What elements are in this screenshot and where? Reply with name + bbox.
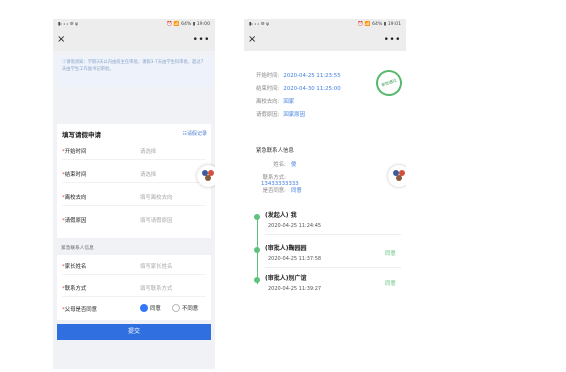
contact-phone-field[interactable]: *联系方式 填写联系方式 <box>62 279 206 297</box>
info-key: 联系方式: <box>262 175 286 181</box>
timeline-dot <box>254 214 260 220</box>
info-key: 是否同意: <box>262 188 286 194</box>
leave-detail-screen: ▮ᵢₗ ᵢₗ ᵢₗ ⊚ ψ ⏰ 📶 64% ▮ 19:01 × ••• 开始时间… <box>244 19 406 369</box>
signal-icons: ▮ᵢₗ ᵢₗ ᵢₗ ⊚ ψ <box>58 22 78 27</box>
agree-radio[interactable]: 同意 <box>140 303 161 313</box>
leave-form-card: 填写请假申请 ☷请假记录 *开始时间 请选择 *结束时间 请选择 *离校去向 填… <box>57 124 211 238</box>
destination-field[interactable]: *离校去向 填写离校去向 <box>62 188 206 206</box>
info-value: 回家 <box>283 99 295 105</box>
form-title: 填写请假申请 <box>62 131 101 139</box>
timeline-status: 同意 <box>385 281 396 287</box>
close-icon[interactable]: × <box>248 35 258 45</box>
floating-assistant-icon[interactable] <box>197 165 215 187</box>
timeline-time: 2020-04-25 11:39:27 <box>268 286 322 292</box>
timeline-time: 2020-04-25 11:37:58 <box>268 256 322 262</box>
reason-row: 请假原因: 回家原因 <box>256 110 305 118</box>
submit-button[interactable]: 提交 <box>57 324 211 340</box>
timeline-divider <box>265 234 401 235</box>
leave-form-screen: ▮ᵢₗ ᵢₗ ᵢₗ ⊚ ψ ⏰ 📶 64% ▮ 19:00 × ••• ⓘ请假须… <box>53 19 215 369</box>
close-icon[interactable]: × <box>57 35 67 45</box>
timeline-name: (审批人)鞠园园 <box>265 245 307 252</box>
leave-notice: ⓘ请假须知：学期3天以内由班主任审批，请假3-7天由学生科审批，超过7天由学生工… <box>57 57 211 87</box>
info-key: 离校去向: <box>256 99 280 105</box>
more-icon[interactable]: ••• <box>193 35 210 45</box>
info-value: 傻 <box>291 162 297 168</box>
end-time-row: 结束时间: 2020-04-30 11:25:00 <box>256 84 341 92</box>
start-time-row: 开始时间: 2020-04-25 11:23:55 <box>256 71 341 79</box>
radio-unchecked-icon <box>172 303 180 312</box>
destination-row: 离校去向: 回家 <box>256 97 294 105</box>
field-label: 结束时间 <box>64 172 87 178</box>
nav-bar: × ••• <box>244 31 406 51</box>
contact-form-card: *家长姓名 填写家长姓名 *联系方式 填写联系方式 *父母是否同意 同意 不同意 <box>57 255 211 320</box>
status-bar: ▮ᵢₗ ᵢₗ ᵢₗ ⊚ ψ ⏰ 📶 64% ▮ 19:00 <box>53 19 215 31</box>
start-time-field[interactable]: *开始时间 请选择 <box>62 142 206 160</box>
info-value: 2020-04-30 11:25:00 <box>283 86 341 92</box>
parent-name-field[interactable]: *家长姓名 填写家长姓名 <box>62 257 206 275</box>
nav-bar: × ••• <box>53 31 215 51</box>
field-placeholder: 填写联系方式 <box>140 286 173 292</box>
field-placeholder: 填写离校去向 <box>140 195 173 201</box>
timeline-name: (审批人)别广谊 <box>265 275 307 282</box>
radio-label: 不同意 <box>182 306 199 312</box>
info-key: 开始时间: <box>256 73 280 79</box>
timeline-time: 2020-04-25 11:24:45 <box>268 223 322 229</box>
field-placeholder: 填写家长姓名 <box>140 264 173 270</box>
radio-checked-icon <box>140 303 148 312</box>
info-key: 结束时间: <box>256 86 280 92</box>
radio-label: 同意 <box>150 306 161 312</box>
field-label: 联系方式 <box>64 286 87 292</box>
field-label: 离校去向 <box>64 195 87 201</box>
field-placeholder: 请选择 <box>140 172 157 178</box>
info-key: 请假原因: <box>256 112 280 118</box>
more-icon[interactable]: ••• <box>384 35 401 45</box>
field-placeholder: 填写请假原因 <box>140 218 173 224</box>
field-label: 父母是否同意 <box>64 307 98 313</box>
status-right: ⏰ 📶 64% ▮ 19:00 <box>166 22 210 27</box>
status-bar: ▮ᵢₗ ᵢₗ ᵢₗ ⊚ ψ ⏰ 📶 64% ▮ 19:01 <box>244 19 406 31</box>
info-value: 回家原因 <box>283 112 305 118</box>
contact-name-row: 姓名: 傻 <box>256 160 316 168</box>
info-value: 同意 <box>291 188 302 194</box>
timeline-dot <box>254 247 260 253</box>
field-label: 开始时间 <box>64 149 87 155</box>
status-right: ⏰ 📶 64% ▮ 19:01 <box>357 22 401 27</box>
timeline-name: (发起人) 我 <box>265 212 297 219</box>
timeline-divider <box>265 267 401 268</box>
signal-icons: ▮ᵢₗ ᵢₗ ᵢₗ ⊚ ψ <box>249 22 269 27</box>
consent-row: 是否同意: 同意 <box>256 186 316 194</box>
disagree-radio[interactable]: 不同意 <box>172 303 199 313</box>
info-value: 2020-04-25 11:23:55 <box>283 73 341 79</box>
reason-field[interactable]: *请假原因 填写请假原因 <box>62 211 206 229</box>
parent-consent-field: *父母是否同意 同意 不同意 <box>62 300 206 318</box>
field-label: 请假原因 <box>64 218 87 224</box>
contact-title: 紧急联系人信息 <box>256 148 294 154</box>
timeline-status: 同意 <box>385 251 396 257</box>
timeline-dot <box>254 277 260 283</box>
field-label: 家长姓名 <box>64 264 87 270</box>
contact-phone-row: 联系方式:13433333333 <box>256 173 316 187</box>
approved-stamp-icon: 审批通过 <box>372 66 406 100</box>
floating-assistant-icon[interactable] <box>388 165 406 187</box>
info-key: 姓名: <box>273 162 286 168</box>
field-placeholder: 请选择 <box>140 149 157 155</box>
end-time-field[interactable]: *结束时间 请选择 <box>62 165 206 183</box>
leave-record-link[interactable]: ☷请假记录 <box>183 130 207 137</box>
contact-section-caption: 紧急联系人信息 <box>61 246 94 251</box>
